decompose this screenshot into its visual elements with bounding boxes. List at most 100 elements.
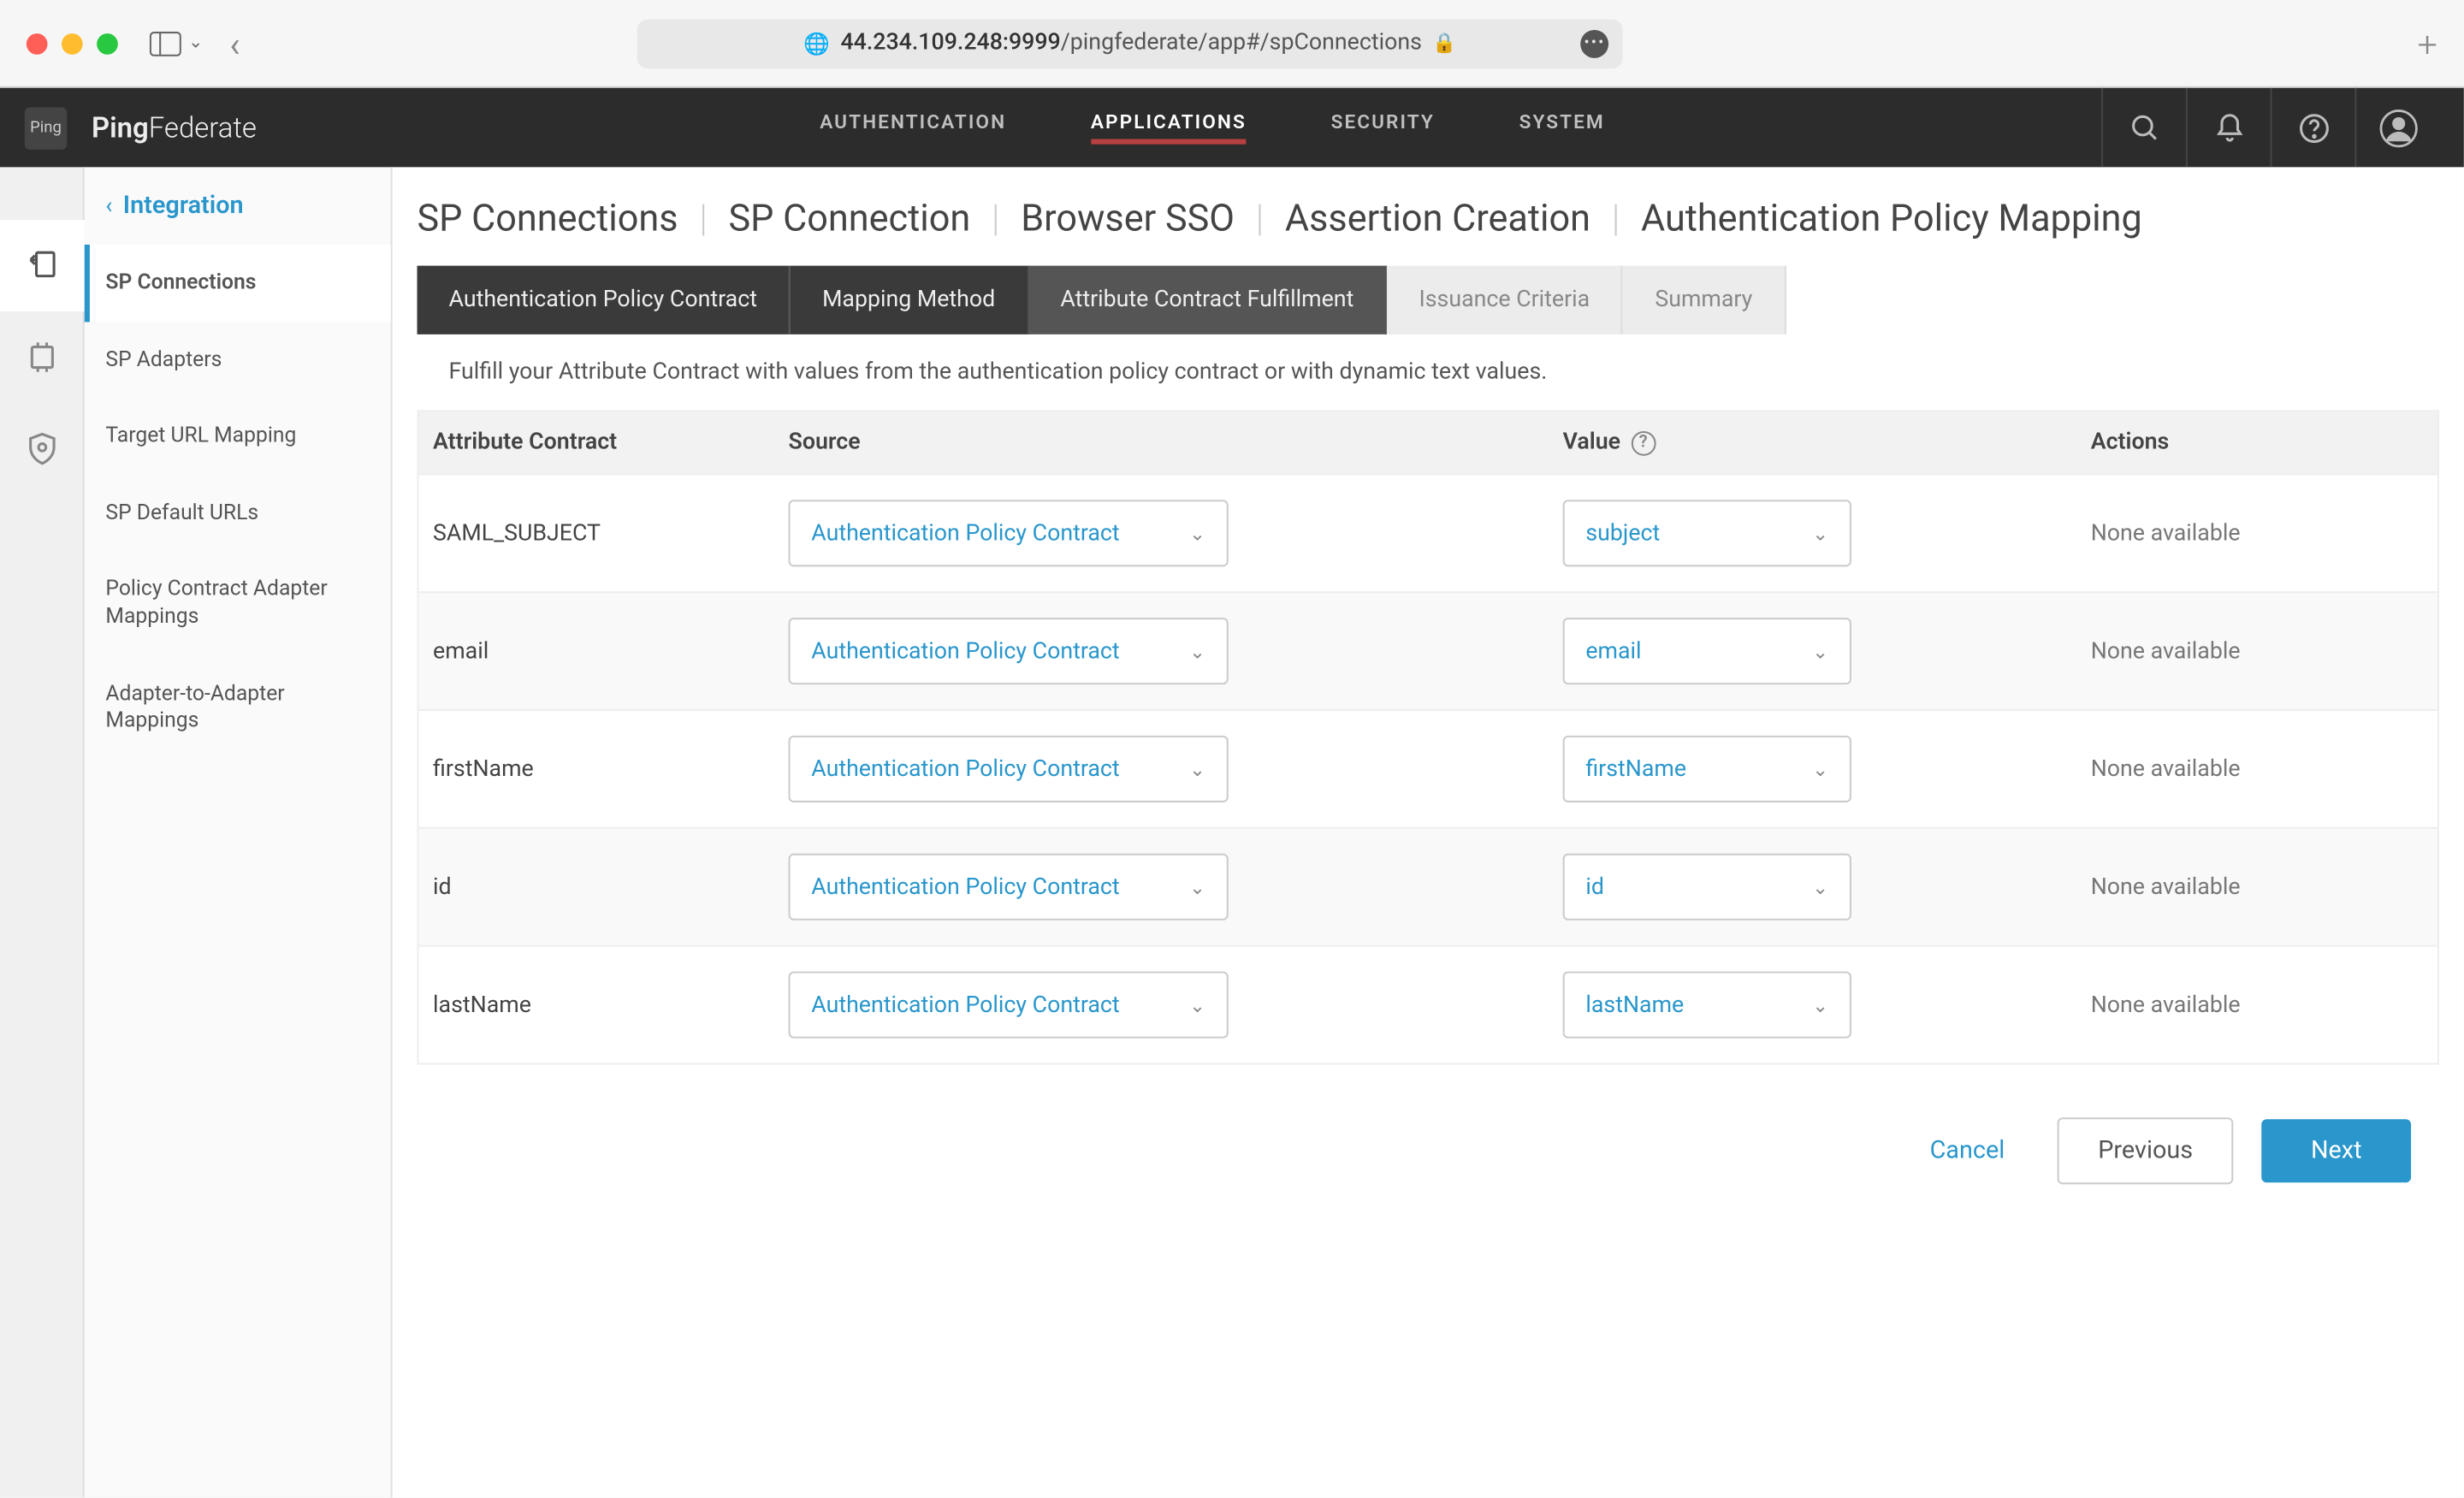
rail-integration-icon[interactable] (0, 220, 85, 311)
notifications-icon[interactable] (2186, 88, 2271, 168)
chevron-down-icon: ⌄ (1189, 758, 1205, 781)
sidebar-item-policy-contract-adapter-mappings[interactable]: Policy Contract Adapter Mappings (85, 552, 391, 656)
source-select[interactable]: Authentication Policy Contract⌄ (789, 854, 1229, 921)
minimize-window[interactable] (62, 33, 83, 54)
next-button[interactable]: Next (2261, 1119, 2411, 1182)
nav-authentication[interactable]: AUTHENTICATION (820, 111, 1006, 145)
breadcrumb: SP Connections| SP Connection| Browser S… (393, 167, 2464, 265)
table-row: SAML_SUBJECT Authentication Policy Contr… (419, 473, 2437, 591)
table-header: Attribute Contract Source Value? Actions (419, 412, 2437, 473)
brand-name: PingFederate (92, 111, 257, 145)
table-row: id Authentication Policy Contract⌄ id⌄ N… (419, 827, 2437, 945)
previous-button[interactable]: Previous (2058, 1117, 2234, 1184)
close-window[interactable] (27, 33, 48, 54)
browser-toolbar: ⌄ ‹ 🌐 44.234.109.248:9999/pingfederate/a… (0, 0, 2464, 88)
tab-auth-policy-contract[interactable]: Authentication Policy Contract (418, 266, 791, 335)
chevron-down-icon: ⌄ (1812, 758, 1828, 781)
breadcrumb-item[interactable]: SP Connection (729, 198, 971, 240)
source-select[interactable]: Authentication Policy Contract⌄ (789, 971, 1229, 1038)
attribute-name: SAML_SUBJECT (419, 520, 789, 547)
main-content: SP Connections| SP Connection| Browser S… (393, 167, 2464, 1497)
row-actions: None available (2091, 755, 2437, 782)
search-icon[interactable] (2101, 88, 2186, 168)
value-select[interactable]: firstName⌄ (1563, 736, 1851, 802)
chevron-left-icon: ‹ (105, 192, 112, 219)
sidebar-item-target-url-mapping[interactable]: Target URL Mapping (85, 398, 391, 475)
attribute-name: firstName (419, 755, 789, 782)
chevron-down-icon: ⌄ (188, 33, 203, 53)
row-actions: None available (2091, 873, 2437, 900)
sidebar-item-sp-connections[interactable]: SP Connections (85, 245, 391, 322)
app-header: Ping PingFederate AUTHENTICATION APPLICA… (0, 88, 2464, 168)
tab-mapping-method[interactable]: Mapping Method (791, 266, 1028, 335)
url-host: 44.234.109.248:9999 (840, 30, 1060, 56)
source-select[interactable]: Authentication Policy Contract⌄ (789, 618, 1229, 684)
sidebar-item-sp-adapters[interactable]: SP Adapters (85, 322, 391, 399)
page-description: Fulfill your Attribute Contract with val… (418, 335, 2439, 410)
help-icon[interactable] (2271, 88, 2355, 168)
new-tab-button[interactable]: + (2418, 22, 2437, 64)
url-path: /pingfederate/app#/spConnections (1061, 30, 1422, 56)
footer-buttons: Cancel Previous Next (393, 1082, 2464, 1219)
table-row: lastName Authentication Policy Contract⌄… (419, 945, 2437, 1063)
value-select[interactable]: email⌄ (1563, 618, 1851, 684)
header-actions: Actions (2091, 429, 2437, 456)
window-controls (27, 33, 118, 54)
wizard-tabs: Authentication Policy Contract Mapping M… (418, 266, 2439, 335)
attribute-name: email (419, 638, 789, 665)
maximize-window[interactable] (97, 33, 118, 54)
table-row: firstName Authentication Policy Contract… (419, 709, 2437, 827)
attribute-name: lastName (419, 992, 789, 1018)
sidebar-back-link[interactable]: ‹ Integration (85, 167, 391, 245)
tab-attribute-contract-fulfillment[interactable]: Attribute Contract Fulfillment (1028, 266, 1387, 335)
chevron-down-icon: ⌄ (1189, 522, 1205, 545)
back-button[interactable]: ‹ (229, 22, 240, 64)
breadcrumb-item[interactable]: Browser SSO (1021, 198, 1235, 240)
sidebar-item-adapter-to-adapter-mappings[interactable]: Adapter-to-Adapter Mappings (85, 655, 391, 760)
chevron-down-icon: ⌄ (1189, 875, 1205, 898)
left-rail (0, 167, 85, 1497)
row-actions: None available (2091, 992, 2437, 1018)
brand-logo: Ping (25, 106, 67, 148)
breadcrumb-item[interactable]: SP Connections (418, 198, 678, 240)
row-actions: None available (2091, 520, 2437, 547)
globe-icon: 🌐 (803, 31, 830, 56)
value-select[interactable]: lastName⌄ (1563, 971, 1851, 1038)
chevron-down-icon: ⌄ (1812, 640, 1828, 663)
tab-summary[interactable]: Summary (1623, 266, 1786, 335)
rail-adapters-icon[interactable] (0, 311, 85, 403)
source-select[interactable]: Authentication Policy Contract⌄ (789, 500, 1229, 566)
user-avatar[interactable] (2354, 88, 2439, 168)
sidebar-title: Integration (123, 192, 244, 220)
chevron-down-icon: ⌄ (1812, 993, 1828, 1016)
row-actions: None available (2091, 638, 2437, 665)
value-select[interactable]: id⌄ (1563, 854, 1851, 921)
lock-icon: 🔒 (1432, 32, 1456, 55)
sidebar-toggle[interactable]: ⌄ (150, 31, 204, 56)
header-source: Source (789, 429, 1563, 456)
help-icon[interactable]: ? (1631, 430, 1656, 455)
value-select[interactable]: subject⌄ (1563, 500, 1851, 566)
nav-system[interactable]: SYSTEM (1519, 111, 1605, 145)
tab-issuance-criteria[interactable]: Issuance Criteria (1387, 266, 1623, 335)
cancel-button[interactable]: Cancel (1905, 1119, 2029, 1182)
nav-applications[interactable]: APPLICATIONS (1091, 111, 1247, 145)
attribute-name: id (419, 873, 789, 900)
breadcrumb-item[interactable]: Assertion Creation (1285, 198, 1590, 240)
breadcrumb-item: Authentication Policy Mapping (1641, 198, 2142, 240)
attribute-table: Attribute Contract Source Value? Actions… (418, 410, 2439, 1064)
table-row: email Authentication Policy Contract⌄ em… (419, 591, 2437, 709)
chevron-down-icon: ⌄ (1812, 875, 1828, 898)
page-actions-icon[interactable]: ••• (1581, 29, 1609, 57)
top-nav: AUTHENTICATION APPLICATIONS SECURITY SYS… (820, 111, 1605, 145)
address-bar[interactable]: 🌐 44.234.109.248:9999/pingfederate/app#/… (637, 19, 1623, 68)
chevron-down-icon: ⌄ (1189, 640, 1205, 663)
rail-security-icon[interactable] (0, 403, 85, 494)
sidebar-item-sp-default-urls[interactable]: SP Default URLs (85, 475, 391, 552)
header-value: Value? (1563, 429, 2091, 456)
nav-security[interactable]: SECURITY (1331, 111, 1435, 145)
chevron-down-icon: ⌄ (1812, 522, 1828, 545)
chevron-down-icon: ⌄ (1189, 993, 1205, 1016)
source-select[interactable]: Authentication Policy Contract⌄ (789, 736, 1229, 802)
sidebar: ‹ Integration SP Connections SP Adapters… (85, 167, 393, 1497)
